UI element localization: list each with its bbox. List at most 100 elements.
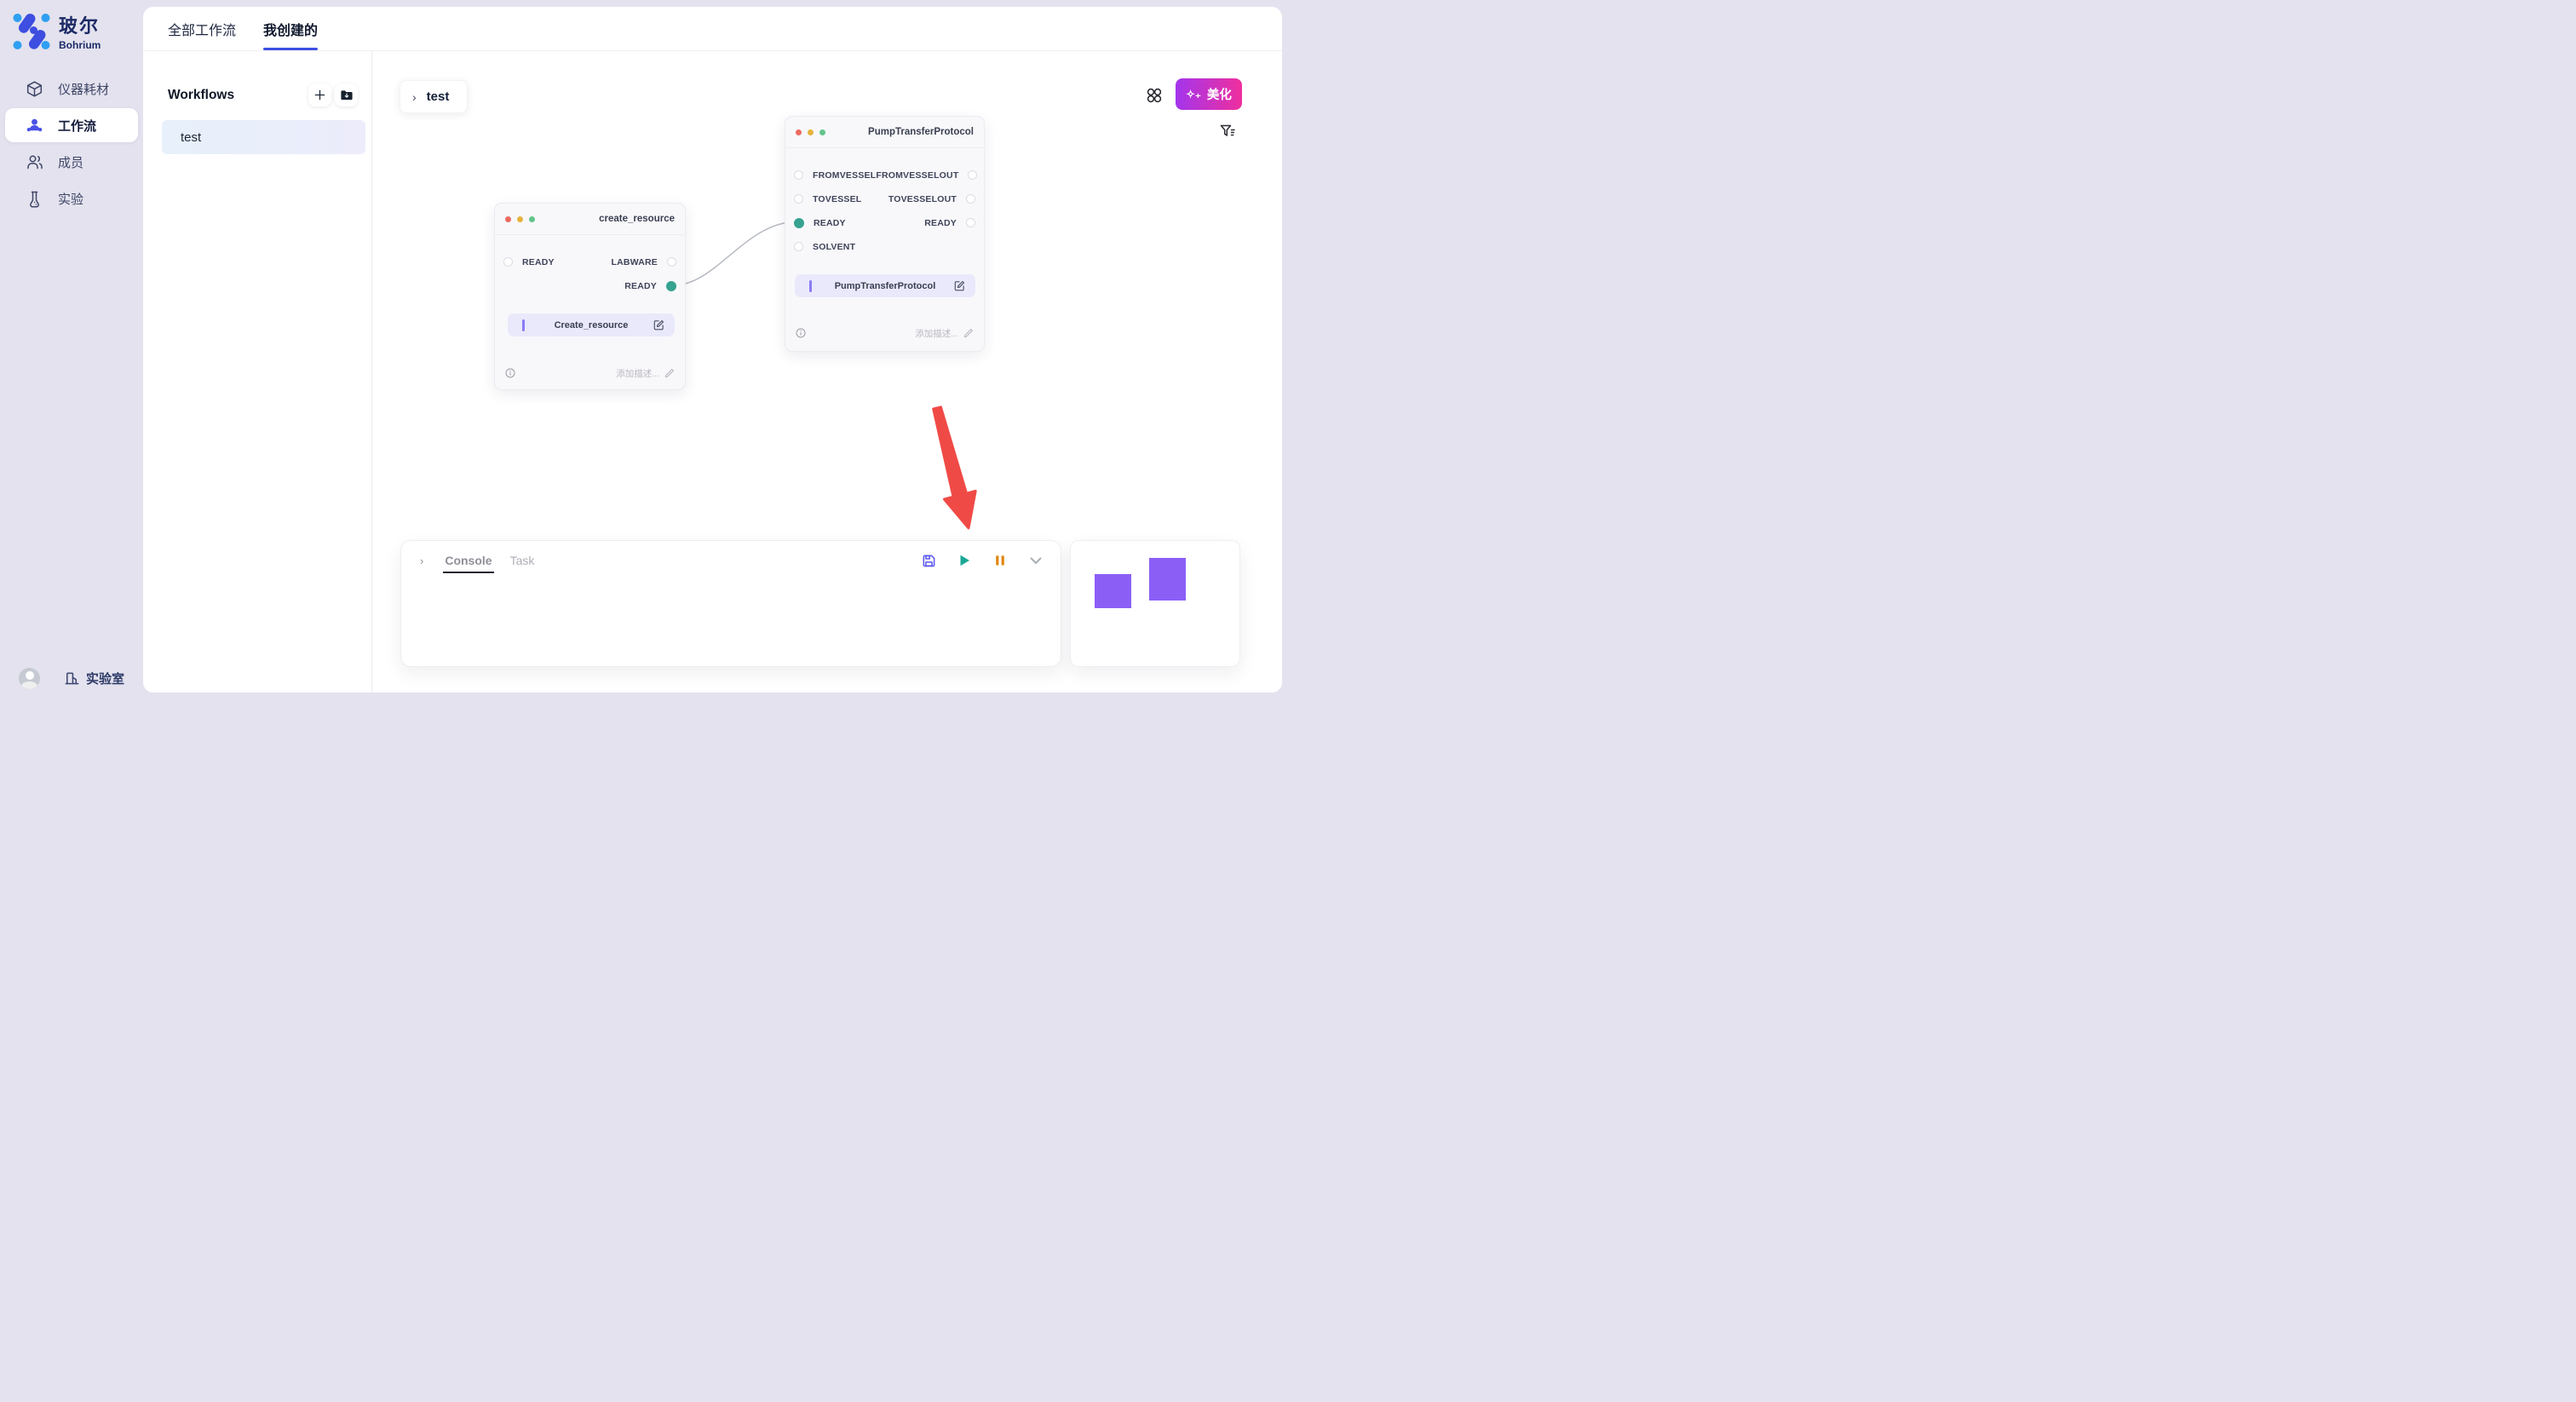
red-dot-icon	[505, 216, 511, 222]
sidebar-item-workflow[interactable]: 工作流	[5, 108, 138, 142]
pause-button[interactable]	[992, 553, 1008, 568]
experiment-icon	[26, 190, 43, 208]
pause-icon	[993, 554, 1007, 567]
port-label: FROMVESSEL	[813, 170, 876, 181]
add-workflow-button[interactable]	[308, 83, 331, 106]
edge-ready-connection	[673, 222, 796, 285]
filter-icon[interactable]	[1219, 123, 1236, 140]
description-placeholder[interactable]: 添加描述...	[915, 327, 958, 340]
minimap[interactable]	[1070, 540, 1240, 667]
sidebar-item-label: 仪器耗材	[58, 80, 109, 98]
cursor-bar	[522, 319, 525, 331]
user-avatar[interactable]	[19, 668, 40, 689]
node-header: create_resource	[495, 204, 685, 235]
port-label: TOVESSELOUT	[888, 194, 957, 204]
port-label: TOVESSEL	[813, 194, 861, 204]
task-tab[interactable]: Task	[510, 554, 535, 567]
save-button[interactable]	[921, 553, 936, 568]
workflow-tabbar: 全部工作流 我创建的	[143, 7, 1282, 51]
building-icon	[64, 670, 80, 687]
red-arrow-annotation	[934, 407, 976, 528]
plus-icon	[313, 89, 326, 101]
red-dot-icon	[796, 129, 802, 135]
workflow-icon	[26, 117, 43, 135]
run-button[interactable]	[957, 553, 972, 568]
console-actions	[921, 553, 1044, 568]
sidebar-item-label: 实验	[58, 190, 83, 208]
info-icon[interactable]	[796, 328, 806, 338]
port-label: LABWARE	[612, 257, 658, 267]
sidebar-item-members[interactable]: 成员	[5, 145, 138, 179]
workflows-actions	[308, 83, 358, 106]
edit-icon[interactable]	[954, 280, 965, 291]
beautify-label: 美化	[1207, 85, 1232, 103]
node-action-pill[interactable]: PumpTransferProtocol	[795, 274, 975, 297]
port-out-fromvesselout[interactable]	[968, 170, 977, 180]
port-in-fromvessel[interactable]	[794, 170, 803, 180]
node-header: PumpTransferProtocol	[785, 117, 984, 148]
port-out-ready[interactable]	[666, 281, 676, 291]
node-pump-transfer-protocol[interactable]: PumpTransferProtocol FROMVESSEL FROMVESS…	[785, 116, 985, 352]
sidebar-nav: 仪器耗材 工作流 成员	[5, 72, 138, 218]
brand-text: 玻尔 Bohrium	[59, 11, 101, 51]
port-out-ready[interactable]	[966, 218, 975, 227]
layout-grid-icon[interactable]	[1146, 87, 1163, 104]
sidebar-item-label: 工作流	[58, 117, 96, 135]
members-icon	[26, 153, 43, 171]
sidebar-item-label: 成员	[58, 153, 83, 171]
node-footer: 添加描述...	[796, 327, 974, 339]
port-in-tovessel[interactable]	[794, 194, 803, 204]
chevron-right-icon: ›	[412, 90, 417, 104]
green-dot-icon	[529, 216, 535, 222]
traffic-light-dots	[796, 129, 825, 135]
node-create-resource[interactable]: create_resource READY LABWARE READY	[494, 203, 686, 390]
port-in-solvent[interactable]	[794, 242, 803, 251]
main-content-card: 全部工作流 我创建的 Workflows test	[143, 7, 1282, 692]
workflow-list-item[interactable]: test	[162, 120, 365, 154]
cursor-bar	[809, 280, 812, 292]
port-label: FROMVESSELOUT	[876, 170, 958, 181]
node-title: PumpTransferProtocol	[868, 127, 974, 137]
pencil-icon[interactable]	[664, 368, 675, 378]
tab-created-by-me[interactable]: 我创建的	[263, 7, 318, 51]
port-label: READY	[924, 218, 957, 228]
port-label: READY	[624, 281, 657, 291]
description-placeholder[interactable]: 添加描述...	[616, 367, 659, 380]
import-workflow-button[interactable]	[335, 83, 358, 106]
node-footer: 添加描述...	[505, 367, 675, 379]
sidebar-footer: 实验室	[0, 667, 143, 689]
tab-all-workflows[interactable]: 全部工作流	[168, 7, 236, 51]
yellow-dot-icon	[517, 216, 523, 222]
workflow-canvas[interactable]: › test ✧₊ 美化 create_resource	[372, 51, 1282, 692]
lab-label: 实验室	[86, 669, 124, 687]
breadcrumb[interactable]: › test	[400, 80, 468, 113]
folder-download-icon	[340, 89, 354, 102]
bohrium-logo-icon	[12, 12, 51, 51]
port-out-labware[interactable]	[667, 257, 676, 267]
workflows-panel-header: Workflows	[168, 83, 358, 106]
green-dot-icon	[819, 129, 825, 135]
port-out-tovesselout[interactable]	[966, 194, 975, 204]
console-tab[interactable]: Console	[445, 554, 492, 567]
collapse-console-button[interactable]	[1028, 553, 1044, 568]
port-in-ready[interactable]	[794, 218, 804, 228]
pencil-icon[interactable]	[963, 328, 974, 338]
info-icon[interactable]	[505, 368, 515, 378]
sidebar-item-instruments[interactable]: 仪器耗材	[5, 72, 138, 106]
pill-label: Create_resource	[555, 320, 629, 330]
minimap-node	[1149, 558, 1186, 600]
collapse-side-icon[interactable]: ›	[420, 554, 423, 567]
brand-subtitle: Bohrium	[59, 39, 101, 51]
lab-selector[interactable]: 实验室	[64, 669, 124, 687]
minimap-node	[1095, 574, 1131, 608]
traffic-light-dots	[505, 216, 535, 222]
sidebar-item-experiment[interactable]: 实验	[5, 181, 138, 215]
breadcrumb-label: test	[427, 89, 450, 104]
pill-label: PumpTransferProtocol	[835, 281, 936, 291]
node-action-pill[interactable]: Create_resource	[508, 313, 675, 336]
port-label: SOLVENT	[813, 242, 855, 252]
beautify-button[interactable]: ✧₊ 美化	[1176, 78, 1242, 110]
port-in-ready[interactable]	[503, 257, 513, 267]
edit-icon[interactable]	[653, 319, 664, 330]
brand-title: 玻尔	[59, 11, 101, 38]
